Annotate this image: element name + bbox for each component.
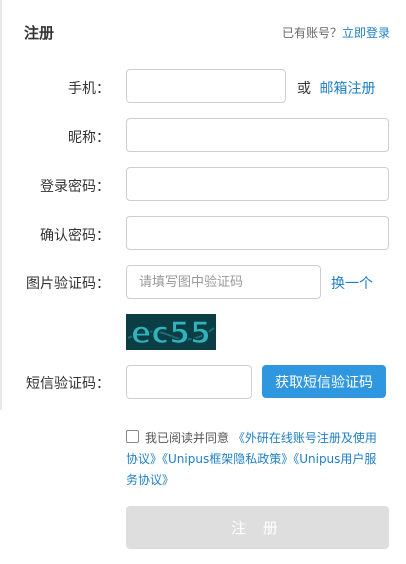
agreement-block: 我已阅读并同意 《外研在线账号注册及使用协议》《Unipus框架隐私政策》《Un… [126,428,388,491]
captcha-text: ec55 [131,316,211,350]
or-text: 或 [297,81,311,97]
login-link[interactable]: 立即登录 [342,26,390,40]
captcha-label: 图片验证码： [26,276,110,292]
password-label: 登录密码： [40,179,110,195]
left-divider [0,0,2,410]
get-sms-code-button[interactable]: 获取短信验证码 [262,365,386,398]
has-account-text: 已有账号？ [281,26,342,40]
phone-input[interactable] [126,69,286,103]
sms-code-input[interactable] [126,365,252,399]
nickname-label: 昵称： [68,130,110,146]
phone-label: 手机： [68,81,110,97]
confirm-password-input[interactable] [126,216,389,250]
agreement-checkbox[interactable] [126,430,139,443]
nickname-input[interactable] [126,118,389,152]
email-register-switch: 或 邮箱注册 [297,78,375,98]
captcha-graphic: ec55 [126,314,216,350]
privacy-policy-link[interactable]: 《Unipus框架隐私政策》 [162,452,293,466]
confirm-password-label: 确认密码： [40,228,110,244]
register-button[interactable]: 注 册 [126,506,389,549]
sms-code-label: 短信验证码： [26,376,110,392]
captcha-image[interactable]: ec55 [126,314,216,350]
email-register-link[interactable]: 邮箱注册 [319,81,375,97]
password-input[interactable] [126,167,389,201]
captcha-input[interactable] [126,265,321,299]
refresh-captcha-link[interactable]: 换一个 [331,273,373,293]
agreement-prefix: 我已阅读并同意 [145,431,230,445]
login-hint: 已有账号？立即登录 [282,24,390,41]
page-title: 注册 [24,24,55,42]
